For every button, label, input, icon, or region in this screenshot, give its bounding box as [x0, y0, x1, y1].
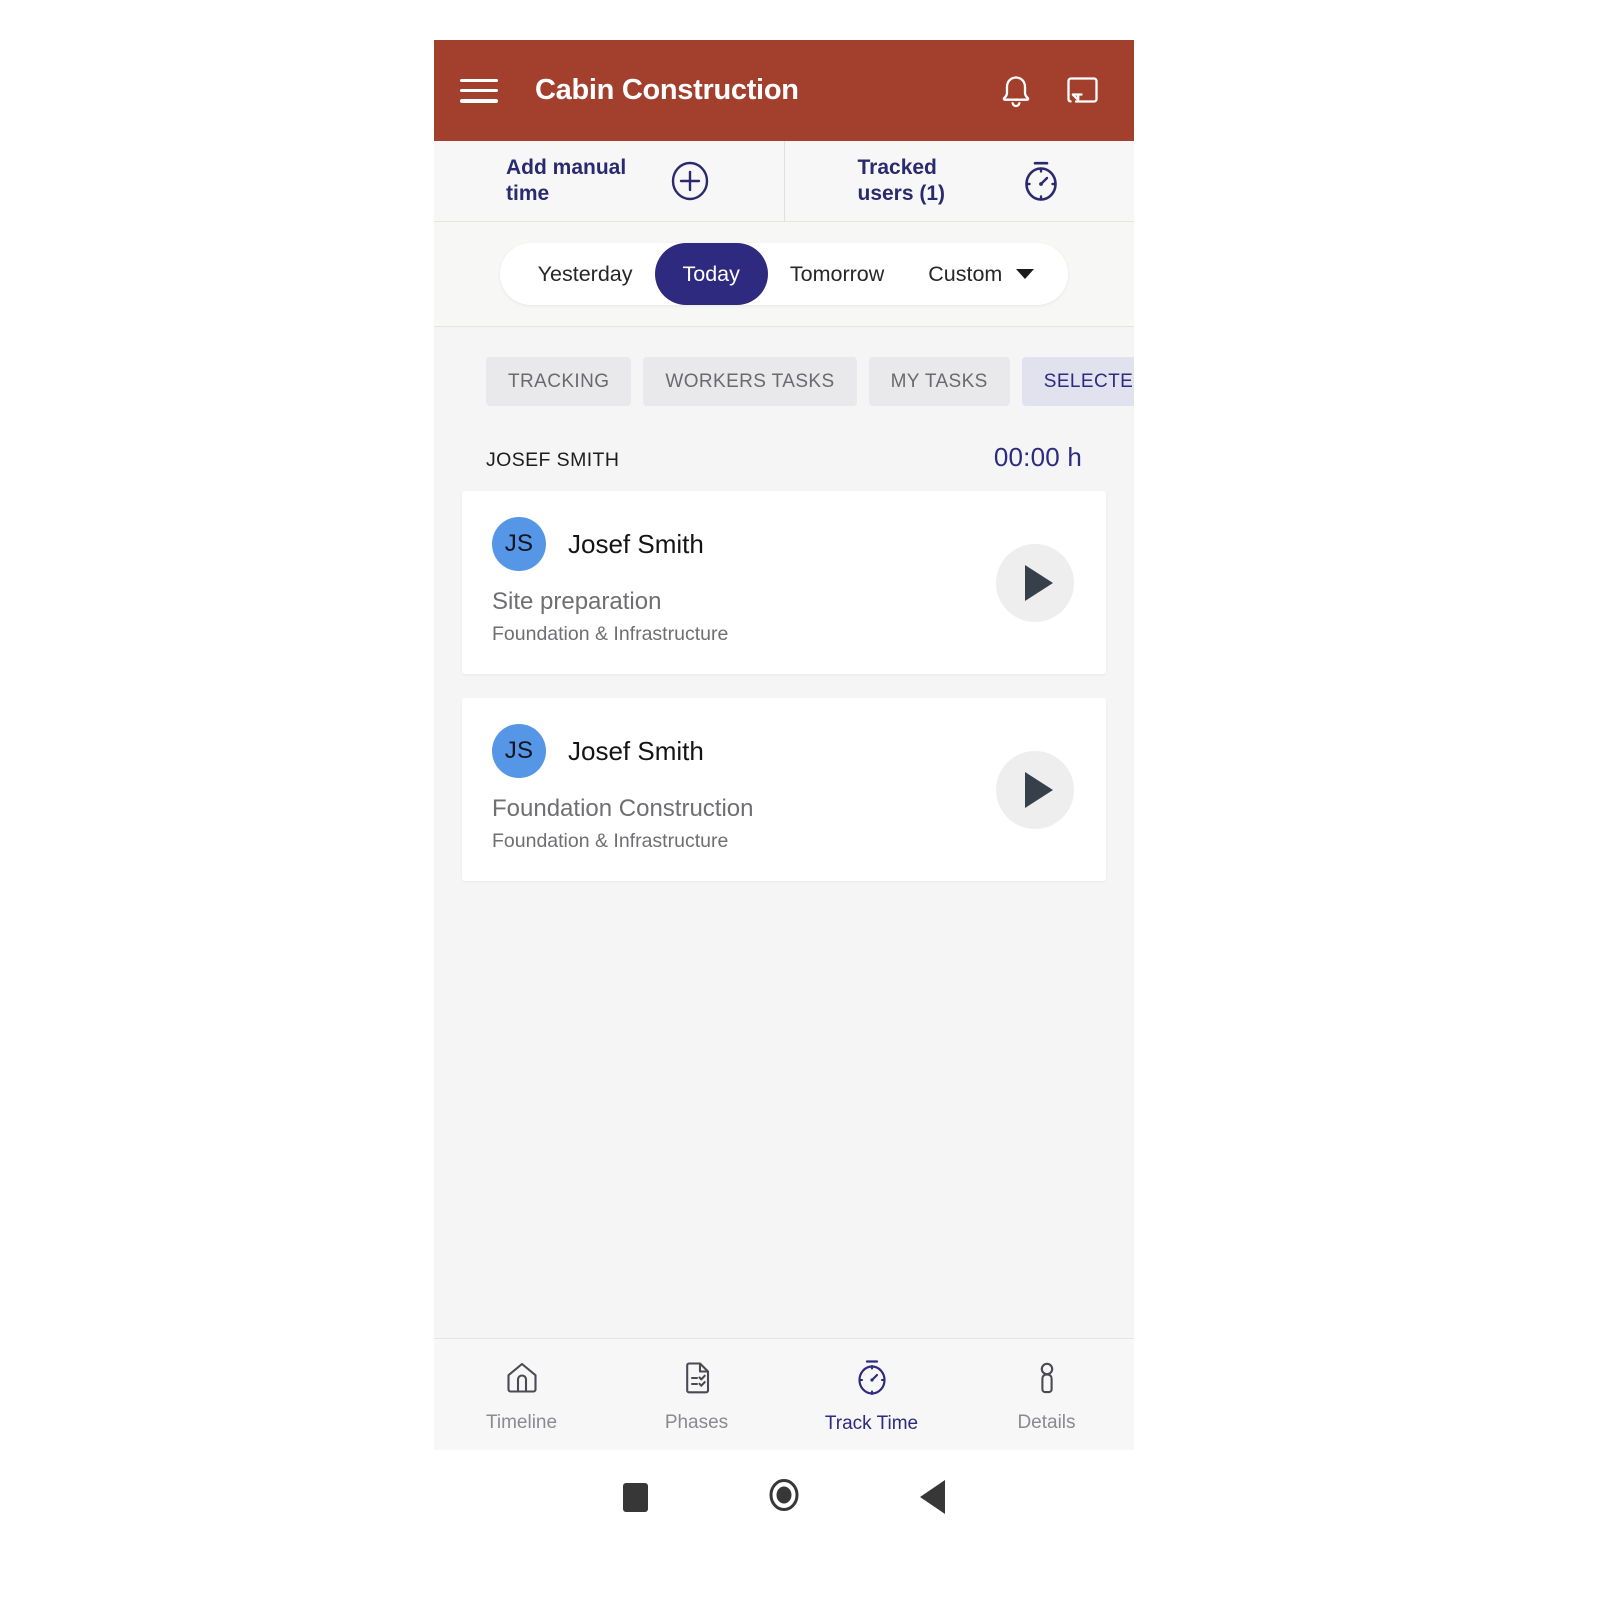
hamburger-menu-icon[interactable] — [458, 75, 500, 107]
tab-workers-tasks[interactable]: WORKERS TASKS — [643, 357, 857, 406]
square-icon[interactable] — [623, 1482, 648, 1512]
tab-chip-row: TRACKING WORKERS TASKS MY TASKS SELECTED… — [434, 357, 1134, 406]
content-area: TRACKING WORKERS TASKS MY TASKS SELECTED… — [434, 327, 1134, 1338]
nav-label-phases: Phases — [664, 1412, 729, 1433]
circle-icon[interactable] — [764, 1475, 804, 1520]
nav-label-details: Details — [1017, 1412, 1076, 1433]
time-entry-card-header: JS Josef Smith — [492, 724, 1076, 779]
add-manual-time-button[interactable]: Add manual time — [434, 141, 784, 221]
avatar: JS — [492, 724, 546, 779]
bottom-navigation: Timeline Phases Track Time Details — [434, 1338, 1134, 1450]
time-entry-card[interactable]: JS Josef Smith Foundation Construction F… — [462, 698, 1106, 882]
logout-icon[interactable] — [1056, 65, 1108, 117]
document-checklist-icon — [677, 1358, 717, 1403]
stopwatch-icon — [852, 1357, 892, 1404]
quick-actions-strip: Add manual time Tracked users (1) — [434, 141, 1134, 222]
nav-item-timeline[interactable]: Timeline — [434, 1358, 609, 1434]
date-pill-custom-label: Custom — [928, 262, 1003, 286]
hamburger-line — [460, 99, 498, 103]
stopwatch-icon — [1020, 158, 1062, 204]
nav-item-details[interactable]: Details — [959, 1358, 1134, 1434]
tracked-users-label: Tracked users (1) — [857, 156, 946, 205]
section-user-name: JOSEF SMITH — [486, 449, 620, 471]
section-total-hours: 00:00 h — [993, 442, 1082, 472]
time-entry-user: Josef Smith — [568, 528, 704, 559]
phone-screen: Cabin Construction Add manual time Track… — [434, 40, 1134, 1450]
time-entry-task: Foundation Construction — [492, 795, 754, 823]
play-icon[interactable] — [996, 750, 1074, 829]
date-filter-pills: Yesterday Today Tomorrow Custom — [499, 243, 1069, 305]
play-icon[interactable] — [996, 543, 1074, 622]
avatar: JS — [492, 517, 546, 571]
person-icon — [1027, 1358, 1067, 1403]
time-entry-user: Josef Smith — [568, 735, 704, 766]
triangle-back-icon[interactable] — [920, 1480, 945, 1514]
time-entry-phase: Foundation & Infrastructure — [492, 622, 729, 645]
time-entry-card[interactable]: JS Josef Smith Site preparation Foundati… — [462, 491, 1106, 675]
nav-item-phases[interactable]: Phases — [609, 1358, 784, 1434]
page-title: Cabin Construction — [535, 74, 799, 106]
chevron-down-icon — [1016, 269, 1035, 279]
plus-circle-icon — [668, 159, 712, 203]
bell-icon[interactable] — [990, 65, 1042, 117]
section-header: JOSEF SMITH 00:00 h — [434, 406, 1134, 473]
play-triangle — [1024, 564, 1053, 601]
date-pill-tomorrow[interactable]: Tomorrow — [768, 243, 906, 305]
date-pill-yesterday[interactable]: Yesterday — [516, 243, 655, 305]
date-pill-custom[interactable]: Custom — [906, 243, 1052, 305]
time-entry-task: Site preparation — [492, 588, 662, 615]
home-icon — [502, 1358, 542, 1403]
nav-label-timeline: Timeline — [485, 1412, 558, 1433]
tab-selected-users[interactable]: SELECTED USERS — [1021, 357, 1134, 406]
tracked-users-button[interactable]: Tracked users (1) — [784, 141, 1134, 221]
nav-label-track-time: Track Time — [824, 1413, 919, 1434]
hamburger-line — [460, 78, 498, 82]
date-filter-row: Yesterday Today Tomorrow Custom — [434, 222, 1134, 327]
time-entry-phase: Foundation & Infrastructure — [492, 829, 729, 852]
add-manual-time-label: Add manual time — [506, 156, 627, 205]
nav-item-track-time[interactable]: Track Time — [784, 1357, 959, 1435]
hamburger-line — [460, 88, 498, 93]
time-entry-list: JS Josef Smith Site preparation Foundati… — [434, 473, 1134, 882]
date-pill-today[interactable]: Today — [654, 243, 768, 305]
time-entry-card-header: JS Josef Smith — [492, 517, 1076, 571]
play-triangle — [1024, 771, 1053, 808]
tab-tracking[interactable]: TRACKING — [486, 357, 632, 406]
tab-my-tasks[interactable]: MY TASKS — [868, 357, 1010, 406]
android-system-navigation — [434, 1450, 1134, 1544]
app-bar: Cabin Construction — [434, 40, 1134, 141]
